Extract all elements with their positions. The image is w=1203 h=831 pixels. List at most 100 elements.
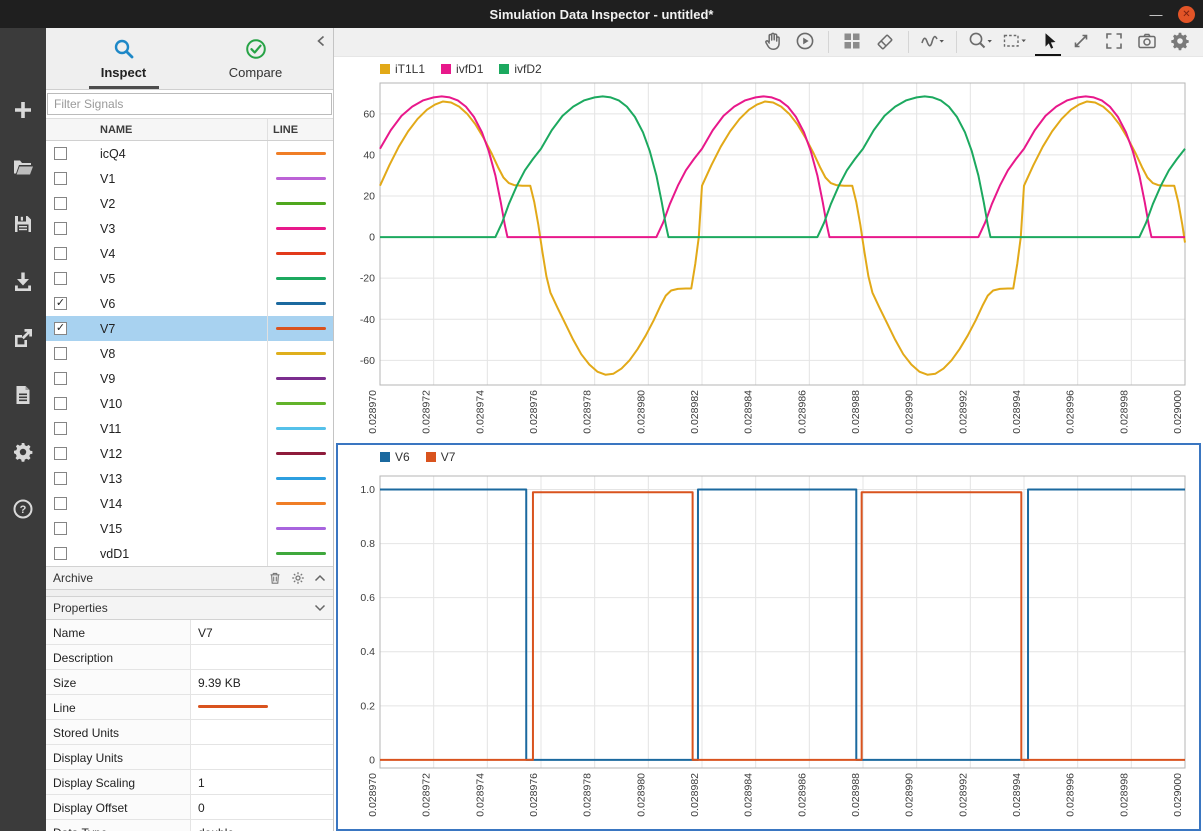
preferences-button[interactable] [11, 440, 35, 464]
archive-bar[interactable]: Archive [46, 566, 333, 590]
signal-line-swatch[interactable] [276, 152, 326, 155]
pan-button[interactable] [759, 28, 785, 56]
signal-checkbox[interactable] [54, 497, 67, 510]
signal-row[interactable]: V2 [46, 191, 333, 216]
signal-checkbox[interactable]: ✓ [54, 322, 67, 335]
legend-item-iT1L1[interactable]: iT1L1 [380, 62, 425, 76]
series-iT1L1[interactable] [380, 101, 1185, 374]
signal-row[interactable]: V1 [46, 166, 333, 191]
signal-row[interactable]: V13 [46, 466, 333, 491]
property-row[interactable]: Display Scaling1 [46, 770, 333, 795]
signal-row[interactable]: V10 [46, 391, 333, 416]
signal-checkbox[interactable] [54, 522, 67, 535]
help-button[interactable]: ? [11, 497, 35, 521]
open-button[interactable] [11, 155, 35, 179]
series-V6[interactable] [380, 490, 1185, 760]
signal-checkbox[interactable] [54, 347, 67, 360]
signal-checkbox[interactable] [54, 447, 67, 460]
property-row[interactable]: Display Offset0 [46, 795, 333, 820]
tab-compare[interactable]: Compare [190, 28, 322, 89]
property-row[interactable]: Display Units [46, 745, 333, 770]
signal-row[interactable]: V15 [46, 516, 333, 541]
legend-item-V6[interactable]: V6 [380, 450, 410, 464]
signal-checkbox[interactable] [54, 397, 67, 410]
archive-settings-button[interactable] [291, 571, 305, 585]
signal-row[interactable]: V11 [46, 416, 333, 441]
signal-checkbox[interactable] [54, 272, 67, 285]
export-button[interactable] [11, 326, 35, 350]
property-row[interactable]: Data Typedouble [46, 820, 333, 831]
signal-line-swatch[interactable] [276, 477, 326, 480]
signal-row[interactable]: vdD1 [46, 541, 333, 566]
import-button[interactable] [11, 269, 35, 293]
signal-row[interactable]: V14 [46, 491, 333, 516]
subplot-2-plot[interactable]: 1.00.80.60.40.200.0289700.0289720.028974… [338, 467, 1199, 824]
signal-line-swatch[interactable] [276, 552, 326, 555]
subplot-layout-button[interactable] [839, 28, 865, 56]
property-row[interactable]: Stored Units [46, 720, 333, 745]
signal-checkbox[interactable] [54, 222, 67, 235]
signal-row[interactable]: V3 [46, 216, 333, 241]
filter-signals-input[interactable] [47, 93, 332, 115]
signal-row[interactable]: V12 [46, 441, 333, 466]
series-V7[interactable] [380, 492, 1185, 760]
fullscreen-button[interactable] [1101, 28, 1127, 56]
snapshot-button[interactable] [1134, 28, 1160, 56]
archive-collapse-button[interactable] [314, 574, 326, 582]
signal-line-swatch[interactable] [276, 527, 326, 530]
signal-checkbox[interactable] [54, 472, 67, 485]
signal-row[interactable]: ✓V7 [46, 316, 333, 341]
clear-subplot-button[interactable] [872, 28, 898, 56]
property-row[interactable]: NameV7 [46, 620, 333, 645]
signal-checkbox[interactable] [54, 172, 67, 185]
signal-line-swatch[interactable] [276, 327, 326, 330]
properties-collapse-button[interactable] [314, 604, 326, 612]
signal-line-swatch[interactable] [276, 352, 326, 355]
plot-settings-button[interactable] [1167, 28, 1193, 56]
property-row[interactable]: Size9.39 KB [46, 670, 333, 695]
tab-inspect[interactable]: Inspect [58, 28, 190, 89]
signal-checkbox[interactable] [54, 197, 67, 210]
properties-bar[interactable]: Properties [46, 596, 333, 620]
signal-row[interactable]: ✓V6 [46, 291, 333, 316]
subplot-2-selected[interactable]: V6 V7 1.00.80.60.40.200.0289700.0289720.0… [336, 443, 1201, 831]
signal-line-swatch[interactable] [276, 277, 326, 280]
close-button[interactable]: ✕ [1178, 6, 1195, 23]
property-row[interactable]: Line [46, 695, 333, 720]
signal-row[interactable]: V5 [46, 266, 333, 291]
fit-to-view-button[interactable] [1068, 28, 1094, 56]
signal-style-button[interactable] [919, 28, 946, 56]
legend-item-ivfD2[interactable]: ivfD2 [499, 62, 541, 76]
archive-delete-button[interactable] [268, 571, 282, 585]
signal-checkbox[interactable] [54, 247, 67, 260]
signal-line-swatch[interactable] [276, 502, 326, 505]
subplot-1-plot[interactable]: 6040200-20-40-600.0289700.0289720.028974… [334, 79, 1203, 438]
property-row[interactable]: Description [46, 645, 333, 670]
legend-item-ivfD1[interactable]: ivfD1 [441, 62, 483, 76]
signal-row[interactable]: V4 [46, 241, 333, 266]
zoom-button[interactable] [967, 28, 994, 56]
signal-checkbox[interactable]: ✓ [54, 297, 67, 310]
signal-line-swatch[interactable] [276, 177, 326, 180]
signal-checkbox[interactable] [54, 372, 67, 385]
signal-checkbox[interactable] [54, 547, 67, 560]
minimize-button[interactable]: — [1148, 7, 1164, 22]
signal-line-swatch[interactable] [276, 252, 326, 255]
signal-line-swatch[interactable] [276, 427, 326, 430]
create-report-button[interactable] [11, 383, 35, 407]
signal-line-swatch[interactable] [276, 402, 326, 405]
signal-line-swatch[interactable] [276, 452, 326, 455]
region-select-button[interactable] [1001, 28, 1028, 56]
signal-line-swatch[interactable] [276, 227, 326, 230]
signal-checkbox[interactable] [54, 422, 67, 435]
signal-row[interactable]: V8 [46, 341, 333, 366]
signal-line-swatch[interactable] [276, 302, 326, 305]
signal-checkbox[interactable] [54, 147, 67, 160]
signal-row[interactable]: V9 [46, 366, 333, 391]
signal-row[interactable]: icQ4 [46, 141, 333, 166]
signal-line-swatch[interactable] [276, 202, 326, 205]
save-button[interactable] [11, 212, 35, 236]
cursor-button[interactable] [1035, 28, 1061, 56]
signal-line-swatch[interactable] [276, 377, 326, 380]
legend-item-V7[interactable]: V7 [426, 450, 456, 464]
